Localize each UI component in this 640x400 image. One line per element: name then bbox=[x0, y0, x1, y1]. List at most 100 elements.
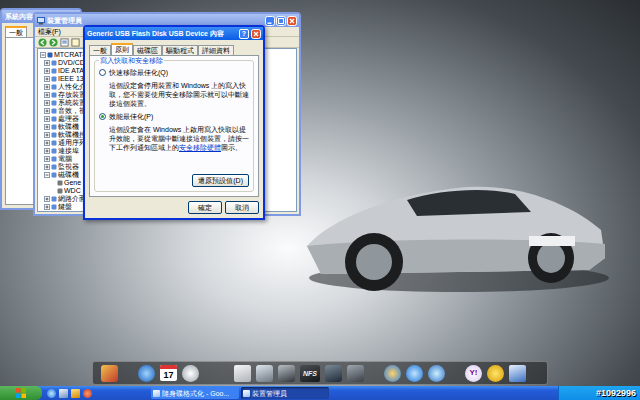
tree-label: WDC bbox=[64, 187, 81, 195]
task-label: 隨身碟格式化 - Goo... bbox=[162, 389, 229, 398]
option-row[interactable]: 快速移除最佳化(Q) bbox=[99, 68, 249, 77]
properties-icon[interactable] bbox=[60, 38, 69, 47]
option-row[interactable]: 效能最佳化(P) bbox=[99, 112, 249, 121]
expand-icon[interactable] bbox=[44, 156, 50, 162]
start-button[interactable] bbox=[0, 386, 42, 400]
expand-icon[interactable] bbox=[44, 196, 50, 202]
tree-label: 監視器 bbox=[58, 163, 79, 171]
window-title: 系統內容 bbox=[5, 12, 33, 21]
tab[interactable]: 詳細資料 bbox=[198, 45, 234, 55]
clock-icon[interactable] bbox=[182, 365, 199, 382]
tree-label: 鍵盤 bbox=[58, 203, 72, 211]
ok-button[interactable]: 確定 bbox=[188, 201, 222, 214]
tab[interactable]: 原則 bbox=[111, 43, 133, 55]
expand-icon[interactable] bbox=[44, 92, 50, 98]
radio-button[interactable] bbox=[99, 69, 106, 76]
soldier-icon[interactable] bbox=[347, 365, 364, 382]
document-icon[interactable] bbox=[234, 365, 251, 382]
maximize-icon[interactable] bbox=[276, 16, 286, 26]
tab-panel: 寫入快取和安全移除快速移除最佳化(Q) 這個設定會停用裝置和 Windows 上的… bbox=[89, 55, 259, 197]
car-photo bbox=[298, 148, 610, 298]
safe-remove-link[interactable]: 安全移除硬體 bbox=[179, 144, 221, 151]
option-description: 這個設定會停用裝置和 Windows 上的寫入快取，您不需要使用安全移除圖示就可… bbox=[99, 81, 249, 108]
task-button[interactable]: 裝置管理員 bbox=[241, 387, 329, 399]
taskbar: 隨身碟格式化 - Goo... 裝置管理員 #1092996 bbox=[0, 386, 640, 400]
tree-label: Gene bbox=[64, 179, 81, 187]
properties-dialog: Generic USB Flash Disk USB Device 內容? 一般原… bbox=[83, 25, 265, 220]
tree-label: IEEE 13 bbox=[58, 75, 84, 83]
folder-icon[interactable] bbox=[71, 389, 80, 398]
tree-label: 處理器 bbox=[58, 115, 79, 123]
folder-icon[interactable] bbox=[101, 365, 118, 382]
expand-icon[interactable] bbox=[44, 100, 50, 106]
tab[interactable]: 一般 bbox=[5, 26, 27, 37]
option-label[interactable]: 效能最佳化(P) bbox=[109, 112, 153, 121]
default-button[interactable]: 還原預設值(D) bbox=[192, 174, 249, 187]
device-icon bbox=[51, 84, 57, 90]
expand-icon[interactable] bbox=[44, 68, 50, 74]
menu-item[interactable]: 檔案(F) bbox=[38, 27, 61, 36]
group-title: 寫入快取和安全移除 bbox=[99, 56, 164, 65]
desktop-icon[interactable] bbox=[59, 389, 68, 398]
dock: 17 NFS Y! bbox=[92, 361, 548, 385]
expand-icon[interactable] bbox=[44, 204, 50, 210]
expand-icon[interactable] bbox=[44, 164, 50, 170]
smiley-icon[interactable] bbox=[487, 365, 504, 382]
browser-icon[interactable] bbox=[47, 389, 56, 398]
window-buttons bbox=[265, 16, 297, 26]
cancel-button[interactable]: 取消 bbox=[225, 201, 259, 214]
collapse-icon[interactable] bbox=[44, 172, 50, 178]
title-bar: Generic USB Flash Disk USB Device 內容? bbox=[85, 27, 263, 40]
radio-button[interactable] bbox=[99, 113, 106, 120]
device-icon bbox=[57, 188, 63, 194]
tree-label: 通用序列 bbox=[58, 139, 86, 147]
tree-label: 音效，視 bbox=[58, 107, 86, 115]
expand-icon[interactable] bbox=[44, 76, 50, 82]
soldier-icon[interactable] bbox=[278, 365, 295, 382]
expand-icon[interactable] bbox=[44, 140, 50, 146]
forward-icon[interactable] bbox=[49, 38, 58, 47]
collapse-icon[interactable] bbox=[40, 52, 46, 58]
watermark: #1092996 bbox=[596, 388, 636, 399]
orb-icon[interactable] bbox=[384, 365, 401, 382]
monitor-icon[interactable] bbox=[509, 365, 526, 382]
close-icon[interactable] bbox=[287, 16, 297, 26]
close-icon[interactable] bbox=[251, 29, 261, 39]
expand-icon[interactable] bbox=[44, 84, 50, 90]
minimize-icon[interactable] bbox=[265, 16, 275, 26]
task-button[interactable]: 隨身碟格式化 - Goo... bbox=[151, 387, 239, 399]
expand-icon[interactable] bbox=[44, 132, 50, 138]
option-label[interactable]: 快速移除最佳化(Q) bbox=[109, 68, 168, 77]
device-icon bbox=[51, 76, 57, 82]
soldier-icon[interactable] bbox=[325, 365, 342, 382]
messenger-icon[interactable]: Y! bbox=[465, 365, 482, 382]
description-text: 這個設定會停用裝置和 Windows 上的寫入快取，您不需要使用安全移除圖示就可… bbox=[109, 82, 249, 107]
expand-icon[interactable] bbox=[44, 108, 50, 114]
expand-icon[interactable] bbox=[44, 116, 50, 122]
expand-icon[interactable] bbox=[44, 148, 50, 154]
calendar-icon[interactable]: 17 bbox=[160, 365, 177, 381]
system-tray: #1092996 bbox=[558, 386, 640, 400]
computer-icon bbox=[37, 17, 45, 25]
tab[interactable]: 驅動程式 bbox=[162, 45, 198, 55]
quick-launch bbox=[42, 386, 97, 400]
window-title: Generic USB Flash Disk USB Device 內容 bbox=[87, 29, 237, 38]
tab[interactable]: 磁碟區 bbox=[133, 45, 162, 55]
network-icon[interactable] bbox=[428, 365, 445, 382]
group-box: 寫入快取和安全移除快速移除最佳化(Q)這個設定會停用裝置和 Windows 上的… bbox=[94, 60, 254, 192]
back-icon[interactable] bbox=[38, 38, 47, 47]
help-button[interactable]: ? bbox=[239, 29, 249, 39]
tree-label: 軟碟機控 bbox=[58, 131, 86, 139]
alien-icon[interactable] bbox=[256, 365, 273, 382]
device-icon bbox=[51, 164, 57, 170]
expand-icon[interactable] bbox=[44, 60, 50, 66]
tab[interactable]: 一般 bbox=[89, 45, 111, 55]
expand-icon[interactable] bbox=[44, 124, 50, 130]
game-icon[interactable]: NFS bbox=[300, 365, 320, 382]
help-icon[interactable] bbox=[71, 38, 80, 47]
window-title: 裝置管理員 bbox=[47, 16, 82, 25]
media-icon[interactable] bbox=[83, 389, 92, 398]
globe-icon[interactable] bbox=[138, 365, 155, 382]
calendar-day: 17 bbox=[160, 369, 177, 381]
browser-icon[interactable] bbox=[406, 365, 423, 382]
